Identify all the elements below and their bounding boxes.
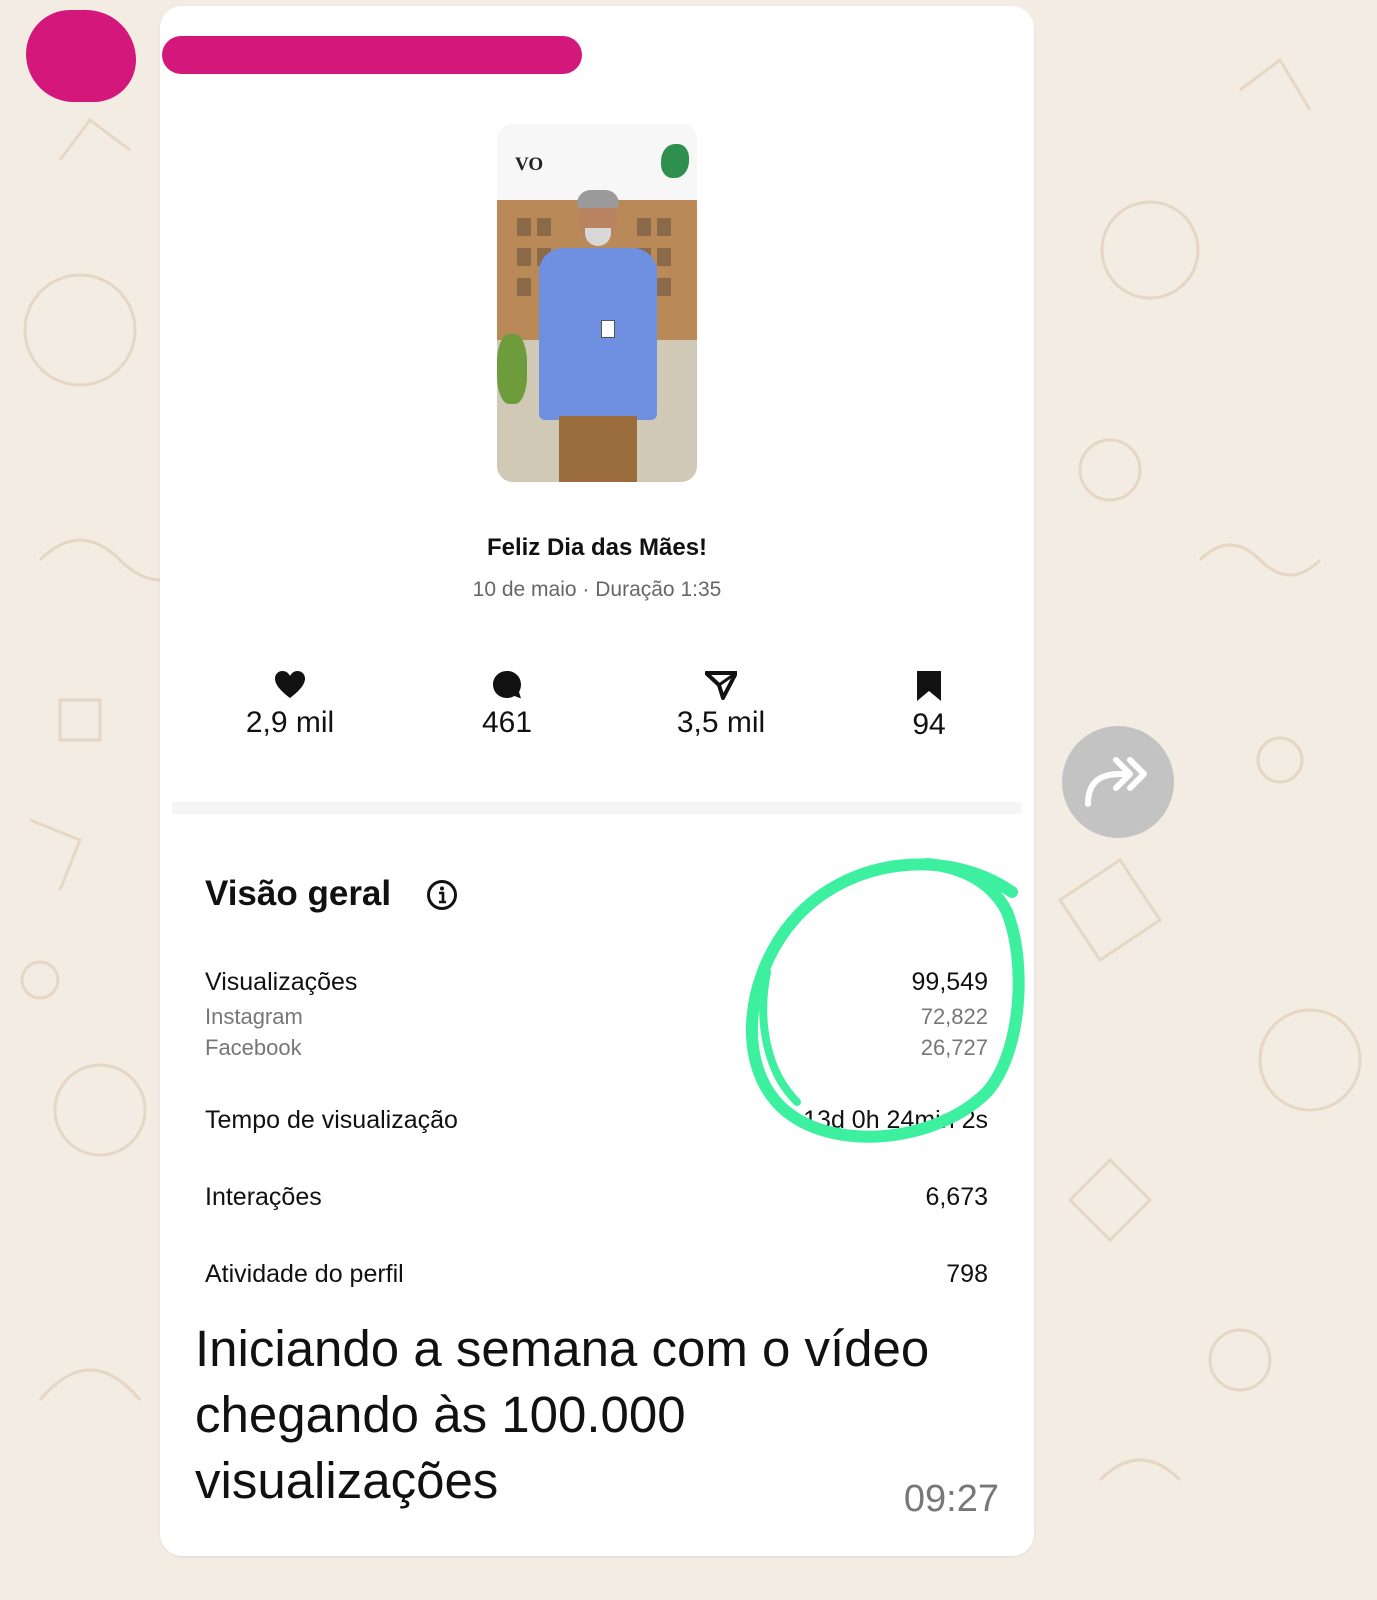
thumbnail-logo: VO [515, 154, 544, 175]
section-divider [172, 802, 1022, 814]
person-figure [539, 248, 657, 420]
plant-decoration [661, 144, 689, 178]
instagram-label: Instagram [205, 1004, 303, 1029]
facebook-label: Facebook [205, 1035, 302, 1060]
comments-metric: 461 [437, 670, 577, 740]
redacted-sender-name [162, 36, 582, 74]
profile-activity-label: Atividade do perfil [205, 1260, 404, 1288]
likes-metric: 2,9 mil [220, 670, 360, 740]
highlight-circle-annotation [746, 858, 1025, 1143]
info-icon[interactable] [426, 879, 458, 911]
post-title: Feliz Dia das Mães! [486, 534, 708, 561]
profile-activity-value: 798 [946, 1260, 988, 1288]
shares-count: 3,5 mil [676, 706, 766, 739]
views-label: Visualizações [205, 968, 358, 996]
saves-count: 94 [912, 708, 946, 741]
post-subtitle: 10 de maio · Duração 1:35 [472, 578, 722, 601]
message-time: 09:27 [903, 1478, 999, 1520]
watch-time-label: Tempo de visualização [205, 1106, 458, 1134]
comments-count: 461 [481, 706, 533, 739]
heart-icon [275, 671, 305, 698]
overview-title: Visão geral [205, 874, 392, 913]
message-bubble[interactable]: VO Feliz Dia das Mães! 10 de maio · Dura… [160, 6, 1034, 1556]
redacted-avatar [26, 10, 136, 102]
video-thumbnail[interactable]: VO [497, 124, 697, 482]
shares-metric: 3,5 mil [651, 670, 791, 740]
tree [497, 334, 527, 404]
forward-icon [1085, 757, 1147, 807]
bookmark-icon [917, 671, 941, 701]
interactions-label: Interações [205, 1183, 322, 1211]
share-icon [705, 671, 737, 700]
saves-metric: 94 [859, 670, 999, 742]
comment-icon [493, 671, 521, 699]
forward-button[interactable] [1062, 726, 1174, 838]
likes-count: 2,9 mil [245, 706, 335, 739]
interactions-value: 6,673 [925, 1183, 988, 1211]
message-caption: Iniciando a semana com o vídeo chegando … [195, 1320, 930, 1509]
